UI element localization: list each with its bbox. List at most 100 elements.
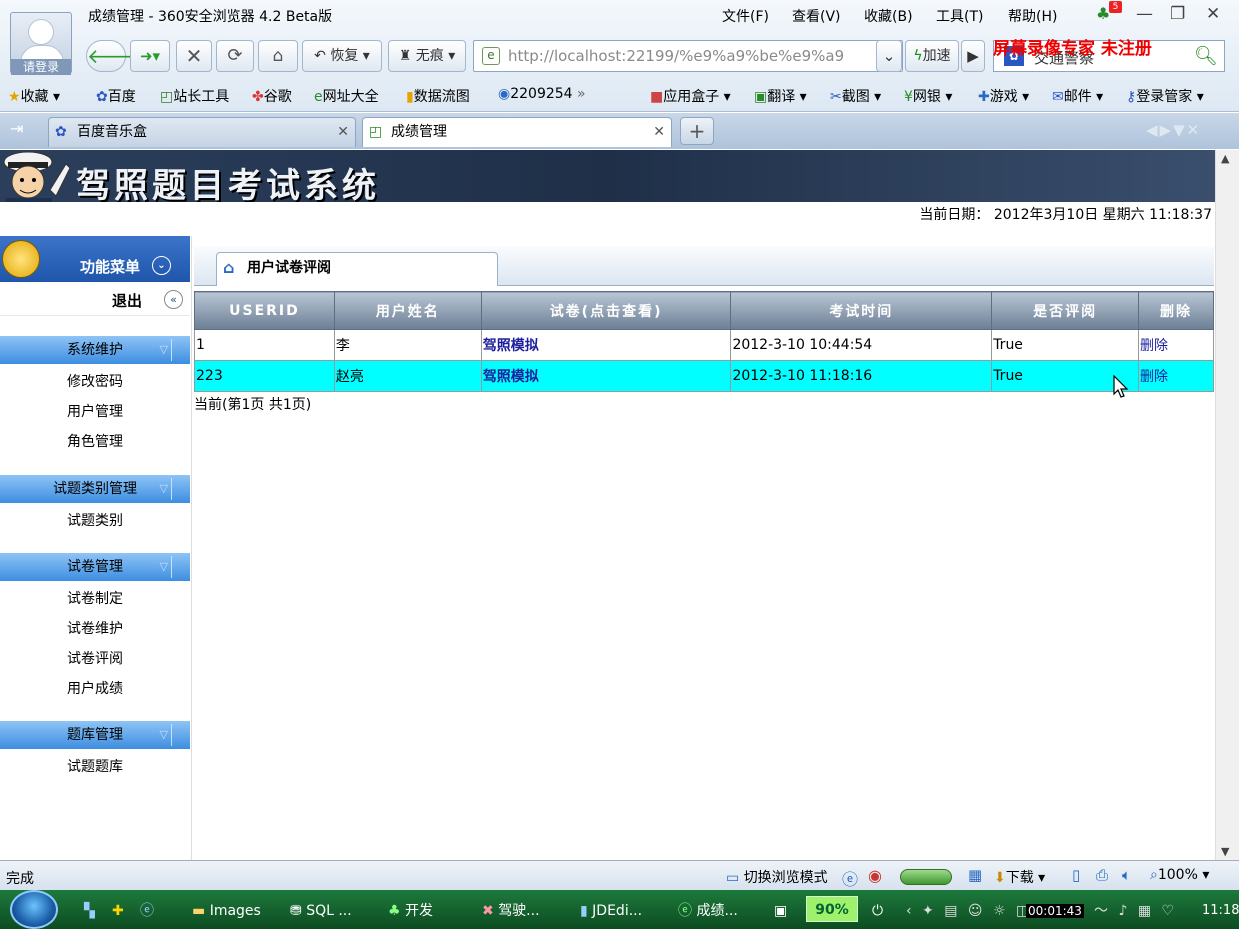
task-dev[interactable]: ♣ 开发 xyxy=(388,898,433,924)
table-row[interactable]: 1 李 驾照模拟 2012-3-10 10:44:54 True 删除 xyxy=(194,329,1214,361)
task-driving[interactable]: ✖ 驾驶... xyxy=(482,898,540,924)
tool-appbox[interactable]: ■应用盒子 ▾ xyxy=(650,86,731,106)
menu-help[interactable]: 帮助(H) xyxy=(1008,6,1057,26)
zoom-control[interactable]: ⌕100% ▾ xyxy=(1150,867,1209,883)
tool-screenshot[interactable]: ✂截图 ▾ xyxy=(830,86,881,106)
sidebar-toggle-icon[interactable]: ⇥ xyxy=(10,119,23,138)
col-exam-time[interactable]: 考试时间 xyxy=(730,291,993,330)
shield-icon[interactable]: ◉ xyxy=(868,866,882,885)
new-tab-icon[interactable]: + xyxy=(680,117,714,145)
tray-icons[interactable]: ‹ ✦ ▤ ☺ ☼ ◫ xyxy=(906,898,1032,924)
url-text[interactable]: http://localhost:22199/%e9%a9%be%e9%a9 xyxy=(508,47,844,65)
paper-link[interactable]: 驾照模拟 xyxy=(480,329,732,361)
tab-baidu-music[interactable]: ✿ 百度音乐盒 ✕ xyxy=(48,117,356,147)
group-question-bank[interactable]: 题库管理 ▽ xyxy=(0,721,190,749)
menu-tools[interactable]: 工具(T) xyxy=(936,6,983,26)
col-delete[interactable]: 删除 xyxy=(1138,291,1214,330)
page-scrollbar[interactable]: ▲ ▼ xyxy=(1215,150,1239,860)
power-plug-icon[interactable]: ⏻ xyxy=(872,898,883,924)
sound-icon[interactable]: 🔈︎ xyxy=(1122,866,1131,884)
ie-mode-icon[interactable]: ⓔ xyxy=(842,866,858,890)
task-recorder-icon[interactable]: ▣ xyxy=(774,898,787,924)
fav-number[interactable]: ◉2209254 » xyxy=(498,86,586,102)
logout-row[interactable]: 退出 « xyxy=(0,284,190,316)
stop-icon[interactable]: ✕ xyxy=(176,40,212,72)
task-score[interactable]: ⓔ 成绩... xyxy=(678,898,738,924)
url-dropdown-icon[interactable]: ⌄ xyxy=(876,40,902,72)
menu-item-review-paper[interactable]: 试卷评阅 xyxy=(0,648,190,668)
group-paper-management[interactable]: 试卷管理 ▽ xyxy=(0,553,190,581)
menu-item-change-password[interactable]: 修改密码 xyxy=(0,371,190,391)
restore-button[interactable]: ↶ 恢复 ▾ xyxy=(302,40,382,72)
quicklaunch-flag-icon[interactable]: ▚ xyxy=(84,898,95,924)
menu-item-user-management[interactable]: 用户管理 xyxy=(0,401,190,421)
search-icon[interactable]: 🔍︎ xyxy=(1194,44,1218,67)
tools-icon[interactable]: ▦ xyxy=(968,866,982,884)
paper-link[interactable]: 驾照模拟 xyxy=(480,360,732,392)
col-userid[interactable]: USERID xyxy=(194,291,335,330)
start-button-icon[interactable] xyxy=(10,890,58,929)
cpu-percent[interactable]: 90% xyxy=(806,896,858,922)
quicklaunch-ie-icon[interactable]: ⓔ xyxy=(140,898,154,924)
page-setup-icon[interactable]: ▯ xyxy=(1072,866,1080,884)
close-tab-icon[interactable]: ✕ xyxy=(653,118,665,146)
tab-scroll-icons[interactable]: ◀▶▼✕ xyxy=(1146,121,1201,139)
fav-google[interactable]: ✤谷歌 xyxy=(252,86,292,106)
tool-mail[interactable]: ✉邮件 ▾ xyxy=(1052,86,1103,106)
favorites-button[interactable]: ★收藏 ▾ xyxy=(8,86,60,106)
double-chevron-left-icon[interactable]: « xyxy=(164,290,183,309)
tool-login[interactable]: ⚷登录管家 ▾ xyxy=(1126,86,1204,106)
fav-hao[interactable]: e网址大全 xyxy=(314,86,379,106)
menu-item-create-paper[interactable]: 试卷制定 xyxy=(0,588,190,608)
minimize-icon[interactable]: — xyxy=(1136,4,1153,24)
menu-item-question-category[interactable]: 试题类别 xyxy=(0,510,190,530)
col-paper[interactable]: 试卷(点击查看) xyxy=(480,291,732,330)
tool-translate[interactable]: ▣翻译 ▾ xyxy=(754,86,807,106)
scroll-down-icon[interactable]: ▼ xyxy=(1221,845,1229,858)
col-reviewed[interactable]: 是否评阅 xyxy=(991,291,1140,330)
tool-games[interactable]: ✚游戏 ▾ xyxy=(978,86,1029,106)
group-system[interactable]: 系统维护 ▽ xyxy=(0,336,190,364)
delete-link[interactable]: 删除 xyxy=(1138,360,1214,392)
menu-item-role-management[interactable]: 角色管理 xyxy=(0,431,190,451)
col-username[interactable]: 用户姓名 xyxy=(333,291,482,330)
fav-dataflow[interactable]: ▮数据流图 xyxy=(406,86,470,106)
logout-link[interactable]: 退出 xyxy=(112,290,142,311)
table-row[interactable]: 223 赵亮 驾照模拟 2012-3-10 11:18:16 True 删除 xyxy=(194,360,1214,392)
delete-link[interactable]: 删除 xyxy=(1138,329,1214,361)
task-jdedit[interactable]: ▮ JDEdi... xyxy=(580,898,642,924)
menu-favorites[interactable]: 收藏(B) xyxy=(864,6,913,26)
speed-toggle[interactable] xyxy=(900,869,952,885)
login-label[interactable]: 请登录 xyxy=(11,59,71,75)
close-tab-icon[interactable]: ✕ xyxy=(337,118,349,146)
refresh-icon[interactable]: ⟳ xyxy=(216,40,254,72)
scroll-up-icon[interactable]: ▲ xyxy=(1221,152,1229,165)
download-button[interactable]: ⬇下载 ▾ xyxy=(994,867,1045,887)
home-icon[interactable]: ⌂ xyxy=(258,40,298,72)
maximize-icon[interactable]: ❐ xyxy=(1170,4,1185,24)
tool-bank[interactable]: ¥网银 ▾ xyxy=(904,86,952,106)
tray-icons-2[interactable]: 〜 ♪ ▦ ♡ xyxy=(1094,898,1177,924)
menu-item-maintain-paper[interactable]: 试卷维护 xyxy=(0,618,190,638)
task-sql[interactable]: ⛃ SQL ... xyxy=(290,898,352,924)
fav-baidu[interactable]: ✿百度 xyxy=(96,86,136,106)
accelerate-button[interactable]: ϟ加速 xyxy=(905,40,959,72)
switch-mode-button[interactable]: ▭ 切换浏览模式 xyxy=(726,867,828,887)
group-question-category[interactable]: 试题类别管理 ▽ xyxy=(0,475,190,503)
play-icon[interactable]: ▶ xyxy=(961,40,985,72)
menu-item-question-bank[interactable]: 试题题库 xyxy=(0,756,190,776)
menu-file[interactable]: 文件(F) xyxy=(722,6,769,26)
quicklaunch-360-icon[interactable]: ✚ xyxy=(112,898,124,924)
task-images[interactable]: ▬ Images xyxy=(192,898,261,924)
close-window-icon[interactable]: ✕ xyxy=(1206,4,1220,24)
forward-icon[interactable]: ➜▾ xyxy=(130,40,170,72)
tab-score-management[interactable]: ◰ 成绩管理 ✕ xyxy=(362,117,672,147)
menu-item-user-scores[interactable]: 用户成绩 xyxy=(0,678,190,698)
address-bar[interactable]: e http://localhost:22199/%e9%a9%be%e9%a9 xyxy=(473,40,903,72)
menu-view[interactable]: 查看(V) xyxy=(792,6,841,26)
fav-webmaster[interactable]: ◰站长工具 xyxy=(160,86,229,106)
user-avatar[interactable]: 请登录 xyxy=(10,12,72,75)
back-icon[interactable]: 🡐 xyxy=(86,40,141,72)
incognito-button[interactable]: ♜ 无痕 ▾ xyxy=(388,40,466,72)
print-icon[interactable]: ⎙ xyxy=(1096,866,1108,884)
